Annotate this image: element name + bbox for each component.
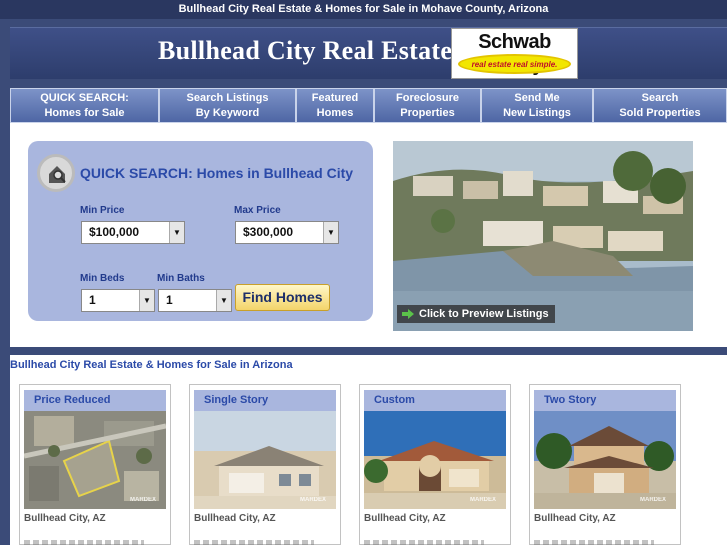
min-price-label: Min Price bbox=[80, 205, 125, 216]
chevron-down-icon: ▼ bbox=[139, 290, 154, 311]
aerial-lot-image bbox=[24, 411, 166, 509]
listing-photo[interactable]: MARDEX bbox=[364, 411, 506, 509]
listing-card[interactable]: Two Story MARDEX Bullhead City, AZ bbox=[529, 384, 681, 545]
card-text-cutoff bbox=[534, 540, 654, 545]
nav-label-line1: Foreclosure bbox=[396, 92, 459, 104]
nav-featured-homes[interactable]: Featured Homes bbox=[296, 88, 374, 123]
custom-home-image bbox=[364, 411, 506, 509]
main-nav: QUICK SEARCH: Homes for Sale Search List… bbox=[10, 88, 727, 123]
find-homes-button[interactable]: Find Homes bbox=[235, 284, 330, 311]
card-location: Bullhead City, AZ bbox=[364, 513, 446, 524]
nav-label-line1: Send Me bbox=[514, 92, 560, 104]
listing-card[interactable]: Single Story MARDEX Bullhead City, AZ bbox=[189, 384, 341, 545]
nav-foreclosures[interactable]: Foreclosure Properties bbox=[374, 88, 481, 123]
quick-search-panel: QUICK SEARCH: Homes in Bullhead City Min… bbox=[28, 141, 373, 321]
main-content: QUICK SEARCH: Homes in Bullhead City Min… bbox=[10, 123, 727, 347]
chevron-down-icon: ▼ bbox=[169, 222, 184, 243]
nav-keyword-search[interactable]: Search Listings By Keyword bbox=[159, 88, 296, 123]
min-beds-value: 1 bbox=[89, 293, 96, 307]
section-title: Bullhead City Real Estate & Homes for Sa… bbox=[10, 359, 293, 371]
two-story-home-image bbox=[534, 411, 676, 509]
preview-listings-button[interactable]: Click to Preview Listings bbox=[397, 305, 555, 323]
card-text-cutoff bbox=[364, 540, 484, 545]
card-location: Bullhead City, AZ bbox=[194, 513, 276, 524]
min-baths-select[interactable]: 1 ▼ bbox=[158, 289, 232, 312]
min-baths-value: 1 bbox=[166, 293, 173, 307]
image-watermark: MARDEX bbox=[639, 497, 666, 503]
arrow-right-icon bbox=[402, 309, 414, 319]
logo-tagline-pill: real estate real simple. bbox=[458, 54, 571, 74]
preview-label: Click to Preview Listings bbox=[419, 308, 549, 320]
nav-label-line2: Properties bbox=[400, 107, 455, 119]
image-watermark: MARDEX bbox=[129, 497, 156, 503]
max-price-select[interactable]: $300,000 ▼ bbox=[235, 221, 339, 244]
site-header: Bullhead City Real Estate Schwab Realty … bbox=[10, 27, 727, 79]
image-watermark: MARDEX bbox=[469, 497, 496, 503]
nav-label-line1: Search bbox=[641, 92, 679, 104]
nav-label-line2: Sold Properties bbox=[619, 107, 701, 119]
chevron-down-icon: ▼ bbox=[323, 222, 338, 243]
nav-label-line2: By Keyword bbox=[195, 107, 260, 119]
max-price-label: Max Price bbox=[234, 205, 281, 216]
lakeside-homes-image bbox=[393, 141, 693, 331]
listing-photo[interactable]: MARDEX bbox=[534, 411, 676, 509]
site-title: Bullhead City Real Estate bbox=[158, 36, 453, 65]
image-watermark: MARDEX bbox=[299, 497, 326, 503]
listing-card[interactable]: Custom MARDEX Bullhead City, AZ bbox=[359, 384, 511, 545]
quick-search-title: QUICK SEARCH: Homes in Bullhead City bbox=[80, 165, 354, 181]
chevron-down-icon: ▼ bbox=[216, 290, 231, 311]
logo-tagline: real estate real simple. bbox=[471, 60, 558, 69]
card-text-cutoff bbox=[24, 540, 144, 545]
card-location: Bullhead City, AZ bbox=[24, 513, 106, 524]
single-story-home-image bbox=[194, 411, 336, 509]
nav-quick-search[interactable]: QUICK SEARCH: Homes for Sale bbox=[10, 88, 159, 123]
card-title[interactable]: Price Reduced bbox=[24, 390, 166, 411]
top-banner: Bullhead City Real Estate & Homes for Sa… bbox=[0, 0, 727, 19]
listing-photo[interactable]: MARDEX bbox=[194, 411, 336, 509]
nav-sold-properties[interactable]: Search Sold Properties bbox=[593, 88, 727, 123]
min-price-value: $100,000 bbox=[89, 225, 140, 239]
brand-logo[interactable]: Schwab Realty real estate real simple. bbox=[451, 28, 578, 79]
nav-label-line1: Search Listings bbox=[186, 92, 269, 104]
nav-label-line2: Homes bbox=[316, 107, 354, 119]
min-baths-label: Min Baths bbox=[157, 273, 205, 284]
min-price-select[interactable]: $100,000 ▼ bbox=[81, 221, 185, 244]
page: Bullhead City Real Estate & Homes for Sa… bbox=[0, 0, 727, 545]
card-title[interactable]: Custom bbox=[364, 390, 506, 411]
nav-label-line1: QUICK SEARCH: bbox=[40, 92, 129, 104]
nav-label-line1: Featured bbox=[311, 92, 359, 104]
listing-photo[interactable]: MARDEX bbox=[24, 411, 166, 509]
nav-label-line2: New Listings bbox=[503, 107, 571, 119]
card-title[interactable]: Single Story bbox=[194, 390, 336, 411]
max-price-value: $300,000 bbox=[243, 225, 294, 239]
listing-preview-photo[interactable]: Click to Preview Listings bbox=[393, 141, 693, 331]
card-location: Bullhead City, AZ bbox=[534, 513, 616, 524]
min-beds-label: Min Beds bbox=[80, 273, 125, 284]
nav-label-line2: Homes for Sale bbox=[44, 107, 125, 119]
card-title[interactable]: Two Story bbox=[534, 390, 676, 411]
nav-new-listings[interactable]: Send Me New Listings bbox=[481, 88, 593, 123]
listing-card[interactable]: Price Reduced MARDEX Bullhead City, AZ bbox=[19, 384, 171, 545]
min-beds-select[interactable]: 1 ▼ bbox=[81, 289, 155, 312]
house-search-icon bbox=[37, 154, 75, 192]
card-text-cutoff bbox=[194, 540, 314, 545]
